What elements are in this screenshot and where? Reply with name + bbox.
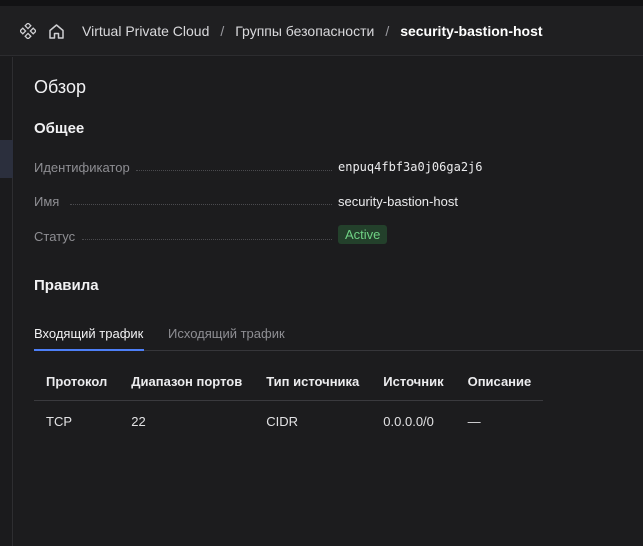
rules-table: Протокол Диапазон портов Тип источника И… [34,364,544,442]
sidebar-active-item[interactable] [0,140,13,178]
field-status-label: Статус [34,228,76,244]
table-row[interactable]: TCP 22 CIDR 0.0.0.0/0 — [34,400,543,442]
breadcrumb-separator: / [385,23,390,39]
column-header-description: Описание [455,364,544,401]
cell-protocol: TCP [46,413,72,429]
breadcrumb-vpc[interactable]: Virtual Private Cloud [82,23,209,39]
field-name-value: security-bastion-host [338,193,458,209]
main-content: Обзор Общее Идентификатор enpuq4fbf3a0j0… [14,57,643,546]
breadcrumb-current: security-bastion-host [400,23,543,39]
active-tab-indicator [34,349,144,351]
cell-port-range: 22 [131,413,146,429]
left-sidebar [0,57,13,546]
column-header-source-type: Тип источника [254,364,372,401]
tab-ingress[interactable]: Входящий трафик [34,326,143,341]
field-name-label: Имя [34,193,60,209]
breadcrumb-security-groups[interactable]: Группы безопасности [235,23,374,39]
dotted-leader [136,170,332,171]
dotted-leader [82,239,332,240]
column-header-port-range: Диапазон портов [119,364,255,401]
cell-source: 0.0.0.0/0 [383,413,434,429]
breadcrumb-separator: / [220,23,225,39]
breadcrumb: Virtual Private Cloud / Группы безопасно… [82,6,543,56]
services-grid-icon[interactable] [18,21,38,41]
traffic-tabs: Входящий трафик Исходящий трафик [34,319,643,351]
tab-egress[interactable]: Исходящий трафик [168,326,285,341]
page-title: Обзор [34,77,86,97]
general-section-title: Общее [34,120,85,137]
field-id-label: Идентификатор [34,159,130,175]
field-id: Идентификатор enpuq4fbf3a0j06ga2j6 [34,157,494,177]
field-id-value: enpuq4fbf3a0j06ga2j6 [338,160,483,174]
column-header-protocol: Протокол [34,364,120,401]
column-header-source: Источник [371,364,456,401]
rules-section-title: Правила [34,277,99,294]
field-status: Статус Active [34,225,494,246]
home-icon[interactable] [46,21,66,41]
field-name: Имя security-bastion-host [34,191,494,211]
cell-source-type: CIDR [266,413,298,429]
dotted-leader [70,204,332,205]
cell-description: — [467,413,481,429]
header-bar: Virtual Private Cloud / Группы безопасно… [0,6,643,56]
status-badge: Active [338,225,388,244]
table-header-row: Протокол Диапазон портов Тип источника И… [34,364,544,401]
